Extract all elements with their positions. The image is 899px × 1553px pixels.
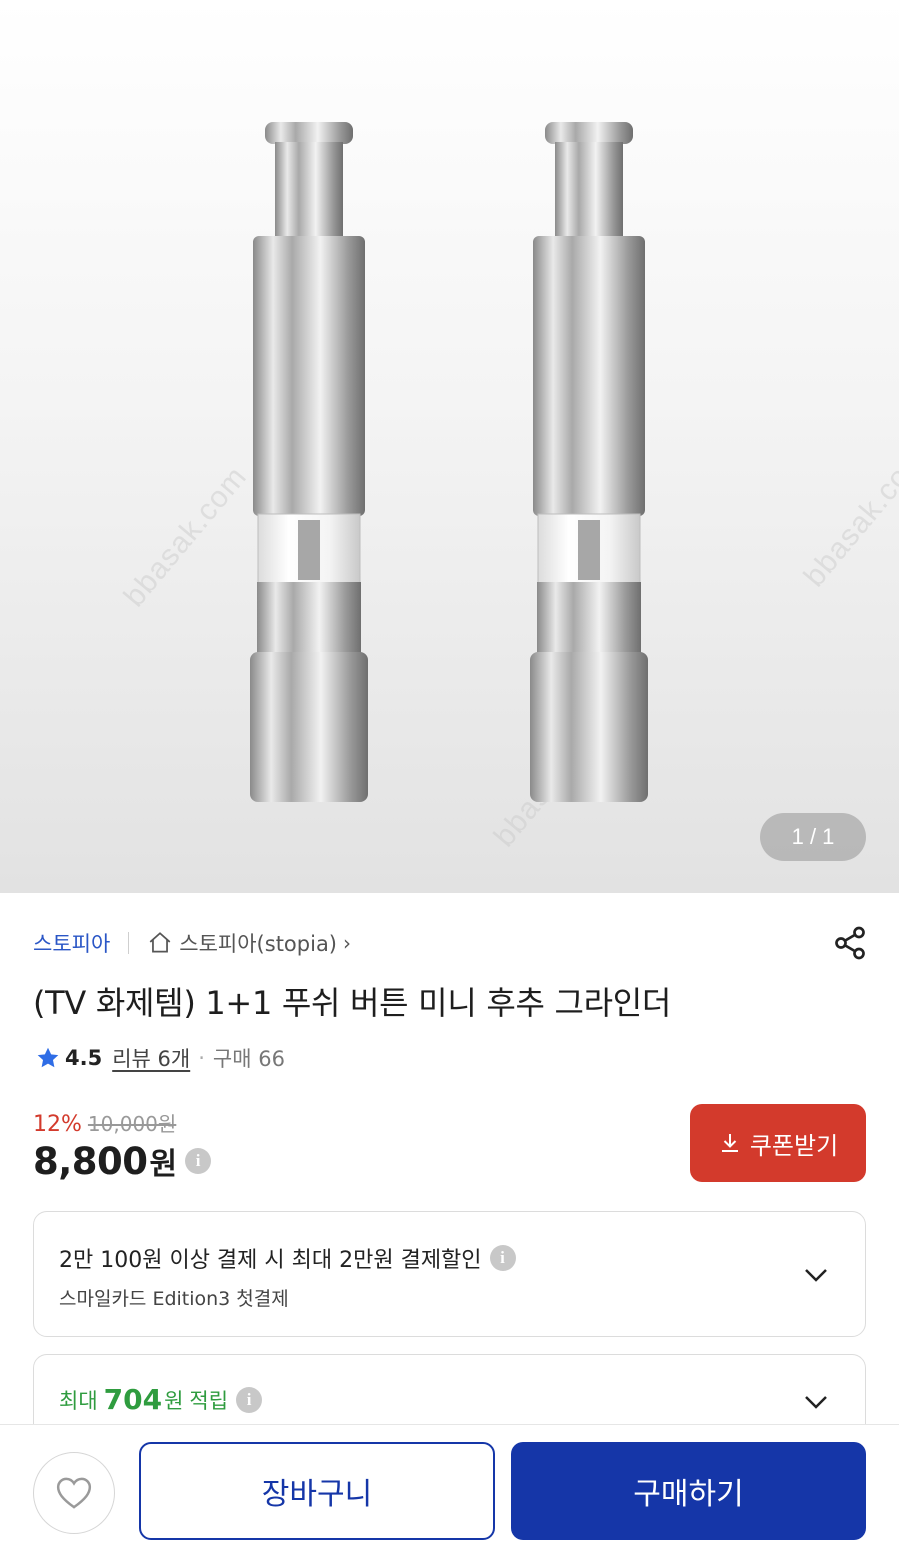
store-link[interactable]: 스토피아(stopia) › (147, 928, 351, 958)
store-name: 스토피아(stopia) (179, 932, 338, 956)
product-image (250, 122, 648, 802)
points-main: 최대 704 원 적립 i (59, 1383, 263, 1416)
sale-price: 8,800 (33, 1139, 148, 1183)
info-icon[interactable]: i (236, 1386, 263, 1413)
price-unit: 원 (149, 1147, 178, 1182)
points-prefix: 최대 (59, 1388, 98, 1413)
buy-now-button[interactable]: 구매하기 (511, 1442, 866, 1540)
star-icon (37, 1047, 59, 1068)
seller-row: 스토피아 스토피아(stopia) › (33, 925, 868, 961)
image-page-indicator: 1 / 1 (760, 813, 866, 861)
separator-dot: · (198, 1046, 205, 1070)
discount-rate: 12% (33, 1112, 82, 1137)
download-icon (721, 1134, 738, 1152)
brand-link[interactable]: 스토피아 (33, 928, 110, 958)
purchase-count: 구매 66 (212, 1047, 285, 1071)
chevron-right-icon: › (343, 931, 352, 955)
original-price: 10,000원 (87, 1112, 177, 1136)
card-discount-sub: 스마일카드 Edition3 첫결제 (59, 1288, 289, 1310)
points-suffix: 적립 (189, 1388, 229, 1413)
price-row: 8,800 원 i (33, 1139, 212, 1183)
info-icon[interactable]: i (489, 1245, 516, 1271)
info-icon[interactable]: i (185, 1148, 212, 1174)
review-count-link[interactable]: 리뷰 6개 (112, 1043, 190, 1073)
card-discount-benefit[interactable]: 2만 100원 이상 결제 시 최대 2만원 결제할인 i 스마일카드 Edit… (33, 1211, 866, 1337)
product-title: (TV 화제템) 1+1 푸쉬 버튼 미니 후추 그라인더 (33, 984, 672, 1022)
wishlist-button[interactable] (33, 1452, 115, 1534)
discount-row: 12% 10,000원 (33, 1108, 176, 1137)
divider (128, 932, 130, 954)
coupon-download-button[interactable]: 쿠폰받기 (690, 1104, 866, 1182)
home-icon (149, 932, 171, 953)
product-image-gallery[interactable]: bbasak.com bbasak.com bbasak.com (0, 0, 899, 893)
card-discount-main: 2만 100원 이상 결제 시 최대 2만원 결제할인 i (59, 1242, 516, 1274)
chevron-down-icon[interactable] (801, 1387, 831, 1417)
heart-icon (56, 1477, 92, 1509)
rating-value: 4.5 (65, 1046, 103, 1070)
bottom-action-bar: 장바구니 구매하기 (0, 1424, 899, 1553)
card-discount-text: 2만 100원 이상 결제 시 최대 2만원 결제할인 (59, 1248, 482, 1273)
points-value: 704 (103, 1383, 163, 1416)
points-unit: 원 (164, 1388, 184, 1413)
share-icon[interactable] (832, 925, 868, 961)
add-to-cart-button[interactable]: 장바구니 (139, 1442, 495, 1540)
rating-row: 4.5 리뷰 6개 · 구매 66 (35, 1043, 285, 1073)
coupon-label: 쿠폰받기 (749, 1132, 839, 1160)
chevron-down-icon[interactable] (801, 1260, 831, 1290)
